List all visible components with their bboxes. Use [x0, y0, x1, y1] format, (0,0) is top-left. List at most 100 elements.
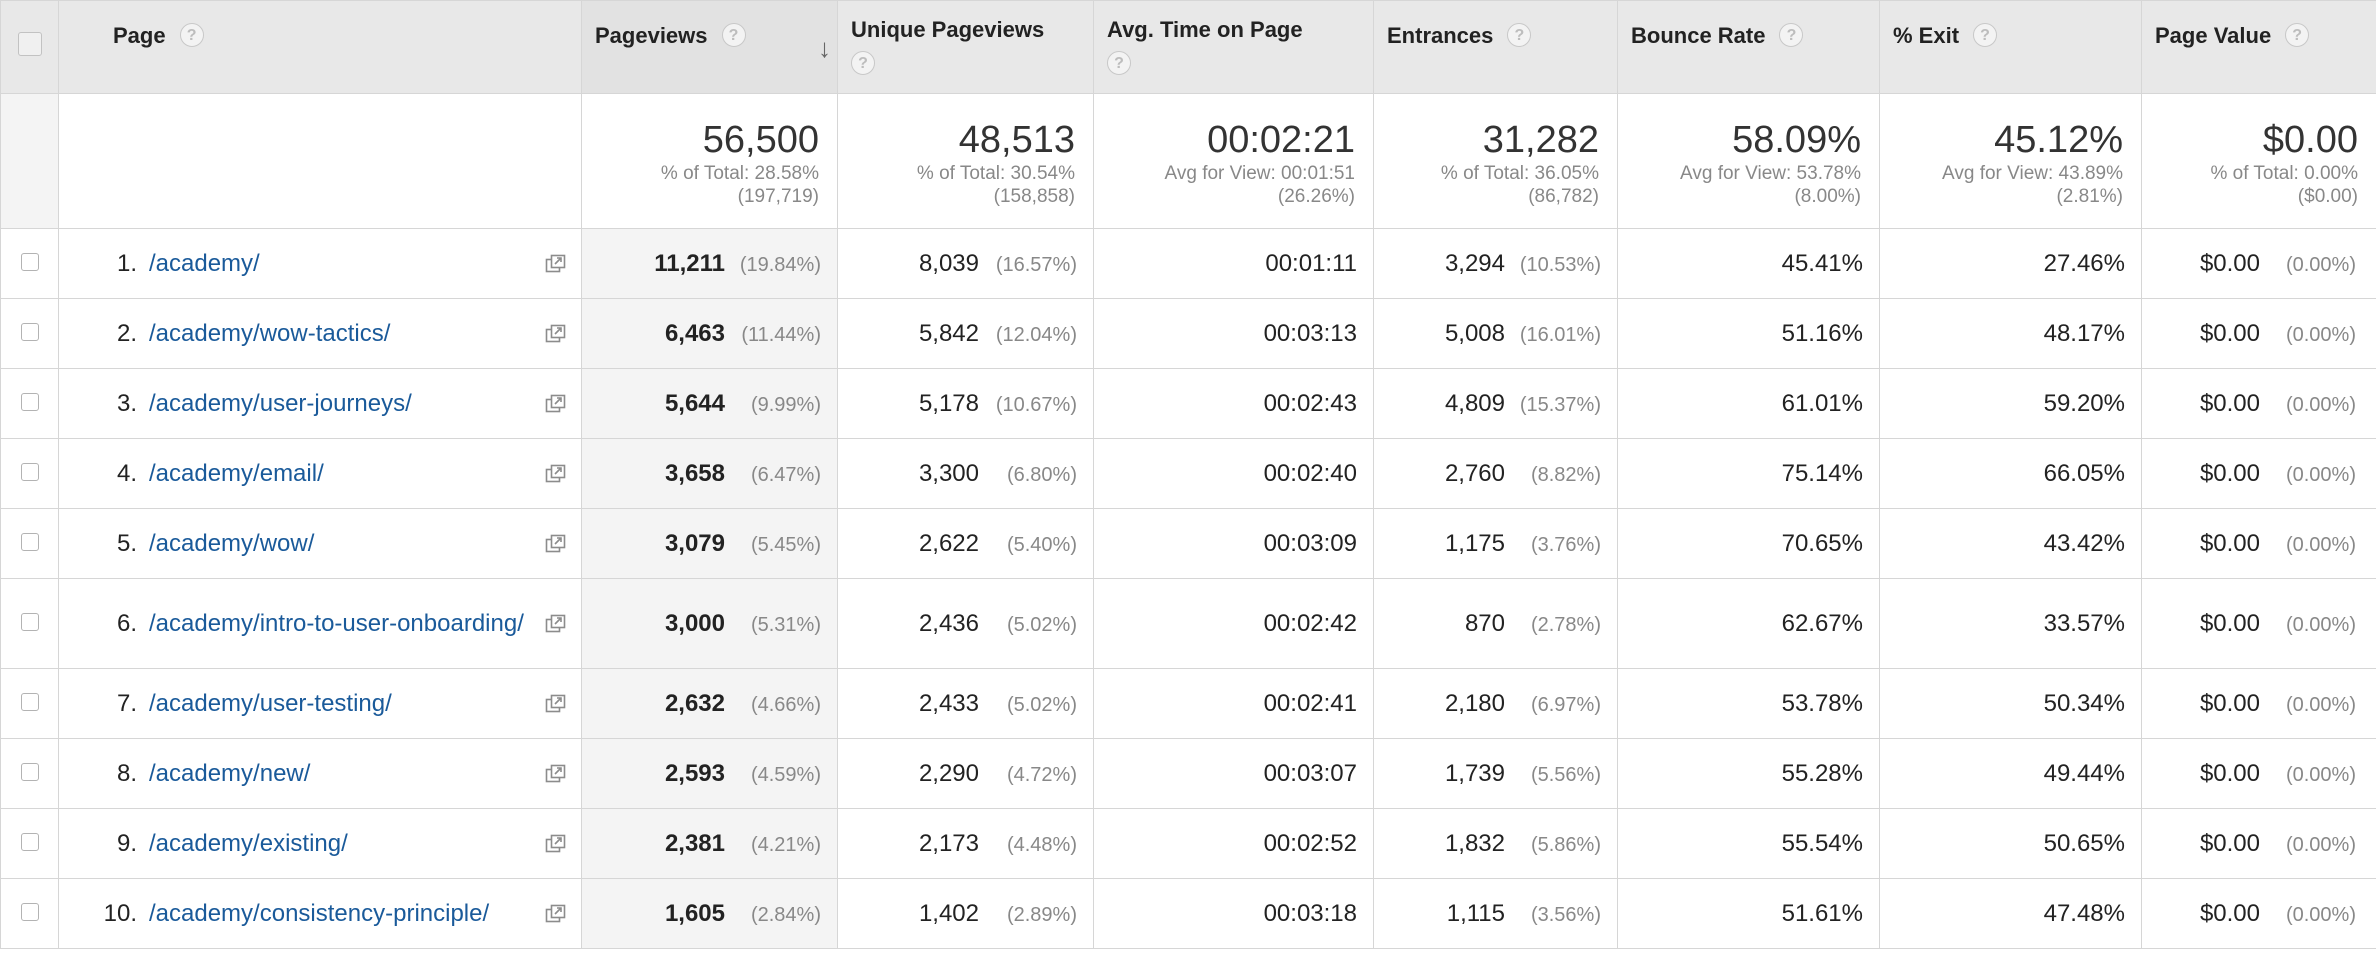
row-select-cell — [0, 228, 59, 299]
sort-down-icon[interactable]: ↓ — [818, 33, 831, 64]
bounce-rate-value: 62.67% — [1781, 609, 1863, 637]
col-header-page[interactable]: Page? — [58, 0, 582, 94]
checkbox-icon[interactable] — [20, 532, 39, 551]
col-header-entrances[interactable]: Entrances? — [1373, 0, 1618, 94]
open-in-new-window-icon[interactable] — [545, 763, 567, 783]
page-link[interactable]: /academy/user-journeys/ — [149, 389, 539, 419]
help-icon[interactable]: ? — [851, 51, 875, 75]
page-cell: 8. /academy/new/ — [58, 738, 582, 809]
page-link[interactable]: /academy/existing/ — [149, 829, 539, 859]
unique-pageviews-percent: (10.67%) — [995, 393, 1077, 416]
checkbox-icon[interactable] — [20, 612, 39, 631]
page-value-cell: $0.00 (0.00%) — [2141, 368, 2376, 439]
page-link[interactable]: /academy/user-testing/ — [149, 689, 539, 719]
open-in-new-window-icon[interactable] — [545, 253, 567, 273]
open-in-new-window-icon[interactable] — [545, 533, 567, 553]
pageviews-cell: 3,000 (5.31%) — [581, 578, 838, 669]
totals-entrances: 31,282 % of Total: 36.05% (86,782) — [1373, 93, 1618, 229]
page-link[interactable]: /academy/wow/ — [149, 529, 539, 559]
checkbox-icon[interactable] — [20, 902, 39, 921]
open-in-new-window-icon[interactable] — [545, 463, 567, 483]
page-link[interactable]: /academy/wow-tactics/ — [149, 319, 539, 349]
totals-entrances-line2: (86,782) — [1528, 186, 1599, 207]
open-in-new-window-icon[interactable] — [545, 393, 567, 413]
unique-pageviews-percent: (4.72%) — [1006, 763, 1077, 786]
pageviews-cell: 11,211 (19.84%) — [581, 228, 838, 299]
row-rank: 9. — [116, 829, 137, 857]
page-value-cell: $0.00 (0.00%) — [2141, 668, 2376, 739]
col-header-page-label: Page — [113, 23, 166, 48]
page-cell: 7. /academy/user-testing/ — [58, 668, 582, 739]
pageviews-cell: 1,605 (2.84%) — [581, 878, 838, 949]
checkbox-icon[interactable] — [20, 252, 39, 271]
page-value-value: $0.00 — [2199, 609, 2260, 637]
unique-pageviews-value: 2,173 — [918, 829, 979, 857]
page-value-value: $0.00 — [2199, 389, 2260, 417]
page-value-percent: (0.00%) — [2285, 693, 2356, 716]
col-header-page-value[interactable]: Page Value? — [2141, 0, 2376, 94]
col-header-pageviews[interactable]: Pageviews? ↓ — [581, 0, 838, 94]
row-rank: 1. — [116, 249, 137, 277]
open-in-new-window-icon[interactable] — [545, 833, 567, 853]
checkbox-icon[interactable] — [20, 392, 39, 411]
exit-value: 66.05% — [2043, 459, 2125, 487]
open-in-new-window-icon[interactable] — [545, 693, 567, 713]
col-header-unique-pageviews[interactable]: Unique Pageviews ? — [837, 0, 1094, 94]
bounce-rate-cell: 53.78% — [1617, 668, 1880, 739]
col-header-bounce-rate[interactable]: Bounce Rate? — [1617, 0, 1880, 94]
help-icon[interactable]: ? — [179, 23, 204, 48]
exit-value: 50.65% — [2043, 829, 2125, 857]
totals-page-value-line2: ($0.00) — [2297, 186, 2358, 207]
open-in-new-window-icon[interactable] — [545, 613, 567, 633]
page-value-percent: (0.00%) — [2285, 613, 2356, 636]
exit-value: 27.46% — [2043, 249, 2125, 277]
row-select-cell — [0, 668, 59, 739]
bounce-rate-cell: 75.14% — [1617, 438, 1880, 509]
help-icon[interactable]: ? — [1779, 23, 1804, 48]
page-link[interactable]: /academy/consistency-principle/ — [149, 899, 539, 929]
table-row: 6. /academy/intro-to-user-onboarding/3,00… — [0, 578, 2376, 669]
avg-time-cell: 00:02:41 — [1093, 668, 1374, 739]
totals-avg-time-line1: Avg for View: 00:01:51 — [1164, 163, 1355, 184]
checkbox-icon[interactable] — [20, 762, 39, 781]
pageviews-cell: 2,593 (4.59%) — [581, 738, 838, 809]
page-link[interactable]: /academy/ — [149, 249, 539, 279]
totals-pageviews-line2: (197,719) — [737, 186, 819, 207]
row-rank: 2. — [116, 319, 137, 347]
help-icon[interactable]: ? — [721, 23, 746, 48]
avg-time-value: 00:02:42 — [1263, 609, 1357, 637]
totals-avg-time-value: 00:02:21 — [1207, 119, 1355, 161]
page-value-cell: $0.00 (0.00%) — [2141, 878, 2376, 949]
totals-row: 56,500 % of Total: 28.58% (197,719) 48,5… — [0, 93, 2376, 229]
pageviews-cell: 3,079 (5.45%) — [581, 508, 838, 579]
row-select-cell — [0, 578, 59, 669]
pageviews-percent: (4.21%) — [750, 833, 821, 856]
page-value-percent: (0.00%) — [2285, 763, 2356, 786]
page-link[interactable]: /academy/email/ — [149, 459, 539, 489]
checkbox-icon[interactable] — [20, 832, 39, 851]
checkbox-icon[interactable] — [20, 322, 39, 341]
bounce-rate-value: 61.01% — [1781, 389, 1863, 417]
help-icon[interactable]: ? — [1973, 23, 1998, 48]
page-link[interactable]: /academy/intro-to-user-onboarding/ — [149, 609, 539, 639]
open-in-new-window-icon[interactable] — [545, 323, 567, 343]
checkbox-icon[interactable] — [20, 462, 39, 481]
pageviews-value: 3,000 — [664, 609, 725, 637]
help-icon[interactable]: ? — [1507, 23, 1532, 48]
page-value-cell: $0.00 (0.00%) — [2141, 298, 2376, 369]
totals-unique-pageviews: 48,513 % of Total: 30.54% (158,858) — [837, 93, 1094, 229]
select-all-checkbox[interactable] — [17, 32, 42, 56]
unique-pageviews-value: 2,290 — [918, 759, 979, 787]
table-row: 2. /academy/wow-tactics/6,463 (11.44%) 5,84… — [0, 298, 2376, 369]
pageviews-value: 2,632 — [664, 689, 725, 717]
table-row: 4. /academy/email/3,658 (6.47%) 3,300 (6.80%… — [0, 438, 2376, 509]
col-header-exit[interactable]: % Exit? — [1879, 0, 2142, 94]
checkbox-icon[interactable] — [20, 692, 39, 711]
col-header-avg-time[interactable]: Avg. Time on Page ? — [1093, 0, 1374, 94]
page-link[interactable]: /academy/new/ — [149, 759, 539, 789]
entrances-cell: 4,809 (15.37%) — [1373, 368, 1618, 439]
help-icon[interactable]: ? — [1107, 51, 1131, 75]
bounce-rate-value: 53.78% — [1781, 689, 1863, 717]
help-icon[interactable]: ? — [2285, 23, 2310, 48]
open-in-new-window-icon[interactable] — [545, 903, 567, 923]
